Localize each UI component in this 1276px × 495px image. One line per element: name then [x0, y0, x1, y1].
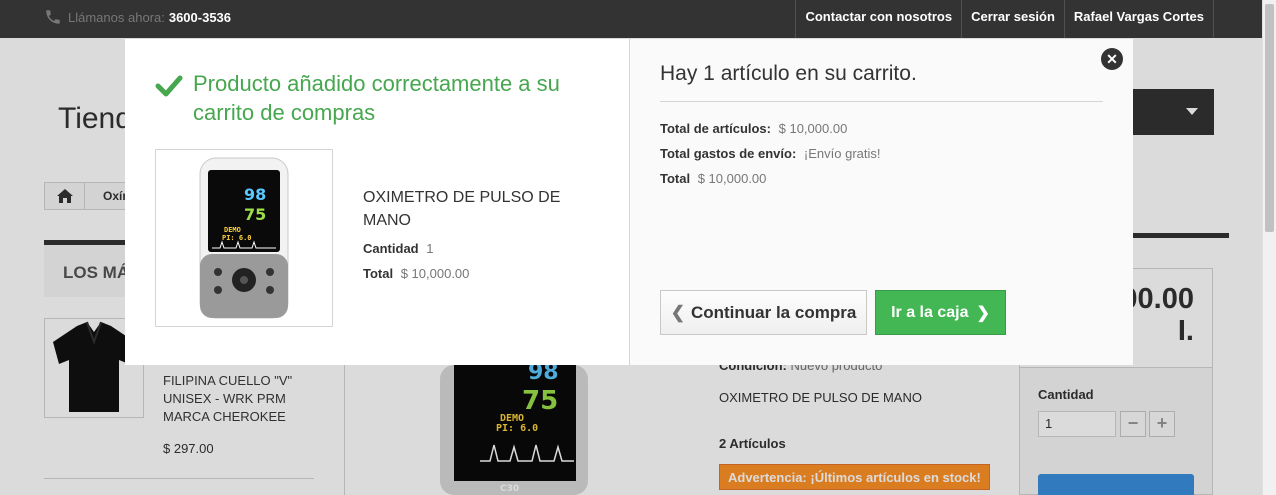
account-link[interactable]: Rafael Vargas Cortes: [1063, 0, 1214, 38]
modal-product-quantity: Cantidad 1: [363, 241, 433, 256]
cart-summary-title: Hay 1 artículo en su carrito.: [660, 62, 917, 85]
svg-text:PI: 6.0: PI: 6.0: [222, 234, 252, 242]
divider: [660, 101, 1103, 102]
checkout-label: Ir a la caja: [891, 303, 969, 321]
checkmark-icon: [155, 75, 183, 97]
cart-items-value: $ 10,000.00: [778, 121, 848, 136]
phone-icon: [46, 10, 60, 24]
modal-product-name: OXIMETRO DE PULSO DE MANO: [363, 189, 561, 229]
cart-grand-total: Total $ 10,000.00: [660, 171, 766, 186]
cart-items-label: Total de artículos:: [660, 121, 771, 136]
total-label: Total: [363, 266, 394, 281]
svg-text:98: 98: [244, 185, 266, 204]
chevron-right-icon: ❯: [976, 304, 990, 322]
phone-label: Llámanos ahora:: [68, 9, 165, 25]
checkout-button[interactable]: Ir a la caja ❯: [875, 290, 1006, 335]
cart-shipping-total: Total gastos de envío: ¡Envío gratis!: [660, 146, 881, 161]
top-bar: Llámanos ahora: 3600-3536 Contactar con …: [0, 0, 1262, 38]
logout-link[interactable]: Cerrar sesión: [961, 0, 1064, 38]
modal-product-total: Total $ 10,000.00: [363, 266, 469, 281]
modal-product-panel: Producto añadido correctamente a su carr…: [125, 39, 629, 365]
cart-total-label: Total: [660, 171, 691, 186]
svg-text:75: 75: [244, 205, 266, 224]
close-icon[interactable]: ✕: [1101, 48, 1123, 70]
total-value: $ 10,000.00: [400, 266, 470, 281]
cart-total-value: $ 10,000.00: [697, 171, 767, 186]
contact-link[interactable]: Contactar con nosotros: [795, 0, 961, 38]
continue-shopping-label: Continuar la compra: [690, 302, 857, 322]
success-text: Producto añadido correctamente a su carr…: [193, 71, 560, 125]
chevron-left-icon: ❮: [670, 302, 685, 322]
scrollbar[interactable]: [1262, 0, 1276, 495]
shipping-value: ¡Envío gratis!: [803, 146, 881, 161]
cart-confirmation-modal: Producto añadido correctamente a su carr…: [125, 39, 1133, 365]
quantity-value: 1: [426, 241, 434, 256]
phone-number: 3600-3536: [168, 9, 232, 25]
oximeter-image: 98 75 DEMO PI: 6.0: [199, 157, 289, 319]
continue-shopping-button[interactable]: ❮ Continuar la compra: [660, 290, 867, 335]
top-nav: Contactar con nosotros Cerrar sesión Raf…: [795, 0, 1214, 38]
success-message: Producto añadido correctamente a su carr…: [155, 69, 595, 127]
svg-text:DEMO: DEMO: [224, 226, 241, 234]
modal-product-image: 98 75 DEMO PI: 6.0: [155, 149, 333, 327]
shipping-label: Total gastos de envío:: [660, 146, 797, 161]
quantity-label: Cantidad: [363, 241, 419, 256]
scrollbar-thumb[interactable]: [1265, 4, 1274, 232]
modal-cart-panel: ✕ Hay 1 artículo en su carrito. Total de…: [629, 39, 1133, 365]
cart-items-total: Total de artículos: $ 10,000.00: [660, 121, 847, 136]
phone-info: Llámanos ahora: 3600-3536: [44, 8, 231, 26]
